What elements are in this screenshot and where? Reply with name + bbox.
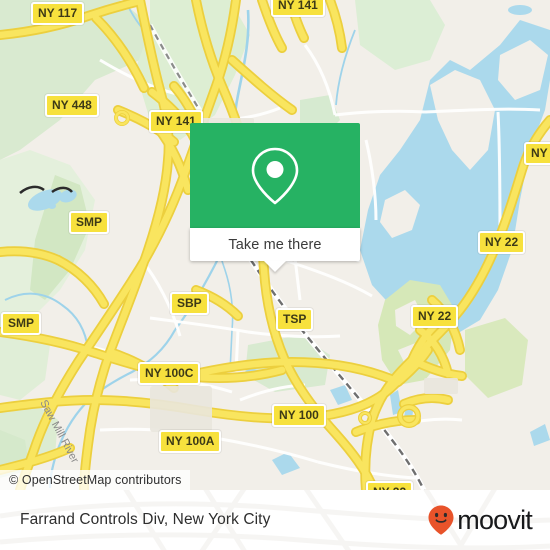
road-shield[interactable]: SMP	[69, 211, 110, 234]
popup-header	[190, 123, 360, 228]
road-shield[interactable]: NY 100A	[159, 430, 222, 453]
road-shield[interactable]: NY 141	[271, 0, 325, 17]
road-shield[interactable]: SMP	[1, 312, 42, 335]
road-shield[interactable]: NY	[524, 142, 550, 165]
moovit-smiley-pin-logo-icon	[428, 505, 454, 535]
page-footer: Farrand Controls Div, New York City moov…	[0, 490, 550, 550]
osm-attribution[interactable]: © OpenStreetMap contributors	[0, 470, 190, 490]
map-screenshot: NY 117 NY 141 NY 448 NY 141 NY SMP NY 22…	[0, 0, 550, 550]
popup-action-bar[interactable]: Take me there	[190, 228, 360, 261]
moovit-wordmark: moovit	[457, 504, 533, 535]
road-shield[interactable]: NY 100	[272, 404, 326, 427]
popup-pointer-tail	[264, 261, 286, 272]
location-popup-card[interactable]: Take me there	[190, 123, 360, 272]
map-pin-icon	[251, 147, 299, 204]
road-shield[interactable]: NY 22	[478, 231, 526, 254]
road-shield[interactable]: NY 117	[31, 2, 85, 25]
place-title: Farrand Controls Div, New York City	[20, 511, 271, 528]
road-shield[interactable]: SBP	[170, 292, 209, 315]
take-me-there-label: Take me there	[228, 236, 322, 253]
road-shield[interactable]: TSP	[276, 308, 314, 331]
road-shield[interactable]: NY 22	[366, 481, 414, 490]
moovit-logo[interactable]: moovit	[427, 504, 533, 536]
road-shield[interactable]: NY 448	[45, 94, 99, 117]
road-shield[interactable]: NY 22	[411, 305, 459, 328]
road-shield[interactable]: NY 100C	[138, 362, 201, 385]
